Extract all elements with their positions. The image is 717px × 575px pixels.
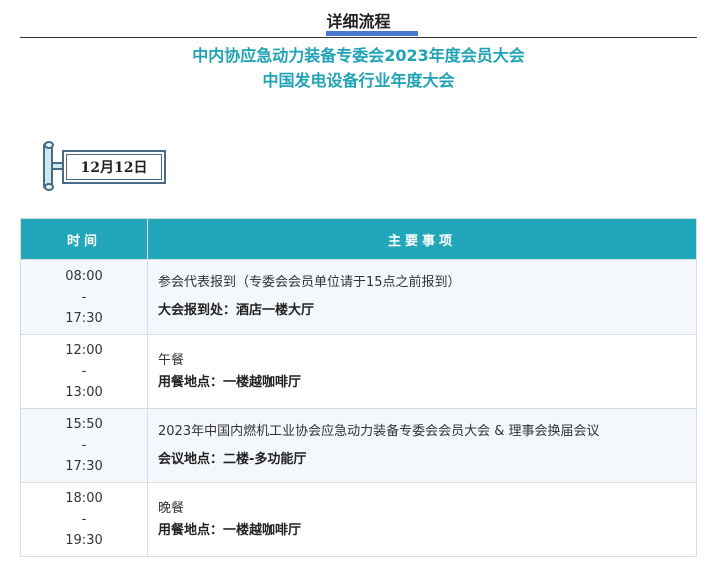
time-cell: 18:00 - 19:30 [20, 482, 148, 557]
start-time: 12:00 [65, 343, 103, 358]
time-cell: 12:00 - 13:00 [20, 334, 148, 409]
table-row: 18:00 - 19:30 晚餐 用餐地点：一楼越咖啡厅 [20, 482, 697, 557]
item-description: 2023年中国内燃机工业协会应急动力装备专委会会员大会 & 理事会换届会议 [158, 423, 600, 439]
table-row: 15:50 - 17:30 2023年中国内燃机工业协会应急动力装备专委会会员大… [20, 408, 697, 483]
schedule-table: 时间 主要事项 08:00 - 17:30 参会代表报到（专委会会员单位请于15… [20, 218, 697, 557]
end-time: 17:30 [65, 459, 103, 474]
item-location: 用餐地点：一楼越咖啡厅 [158, 374, 302, 390]
header-divider [20, 37, 697, 38]
start-time: 18:00 [65, 491, 103, 506]
section-title: 详细流程 [326, 12, 391, 31]
pole-knob-top [44, 141, 54, 149]
pole-knob-bottom [44, 183, 54, 191]
title-accent-bar [326, 31, 418, 36]
date-label: 12月12日 [66, 154, 162, 180]
table-header-row: 时间 主要事项 [20, 218, 697, 260]
end-time: 17:30 [65, 310, 103, 326]
header-time: 时间 [20, 218, 148, 260]
event-title-line1: 中内协应急动力装备专委会2023年度会员大会 [192, 46, 525, 65]
end-time: 19:30 [65, 533, 103, 548]
table-row: 08:00 - 17:30 参会代表报到（专委会会员单位请于15点之前报到） 大… [20, 259, 697, 335]
date-label-box: 12月12日 [62, 150, 166, 184]
item-description: 晚餐 [158, 500, 185, 516]
item-location: 会议地点：二楼-多功能厅 [158, 451, 307, 467]
time-cell: 08:00 - 17:30 [20, 259, 148, 335]
item-cell: 2023年中国内燃机工业协会应急动力装备专委会会员大会 & 理事会换届会议 会议… [147, 408, 697, 483]
section-header: 详细流程 [20, 0, 697, 38]
start-time: 15:50 [65, 417, 103, 432]
item-cell: 午餐 用餐地点：一楼越咖啡厅 [147, 334, 697, 409]
event-title-line2: 中国发电设备行业年度大会 [262, 71, 455, 90]
item-location: 大会报到处：酒店一楼大厅 [158, 303, 315, 318]
time-separator: - [81, 438, 87, 453]
item-description: 参会代表报到（专委会会员单位请于15点之前报到） [158, 275, 461, 290]
time-cell: 15:50 - 17:30 [20, 408, 148, 483]
time-separator: - [81, 364, 87, 379]
start-time: 08:00 [65, 268, 103, 284]
header-item: 主要事项 [147, 218, 697, 260]
date-signpost: 12月12日 [43, 141, 168, 191]
table-row: 12:00 - 13:00 午餐 用餐地点：一楼越咖啡厅 [20, 334, 697, 409]
item-description: 午餐 [158, 352, 185, 368]
item-cell: 晚餐 用餐地点：一楼越咖啡厅 [147, 482, 697, 557]
item-location: 用餐地点：一楼越咖啡厅 [158, 522, 302, 538]
time-separator: - [81, 512, 87, 527]
end-time: 13:00 [65, 385, 103, 400]
signpost-pole-icon [43, 141, 54, 191]
item-cell: 参会代表报到（专委会会员单位请于15点之前报到） 大会报到处：酒店一楼大厅 [147, 259, 697, 335]
time-separator: - [81, 289, 87, 305]
